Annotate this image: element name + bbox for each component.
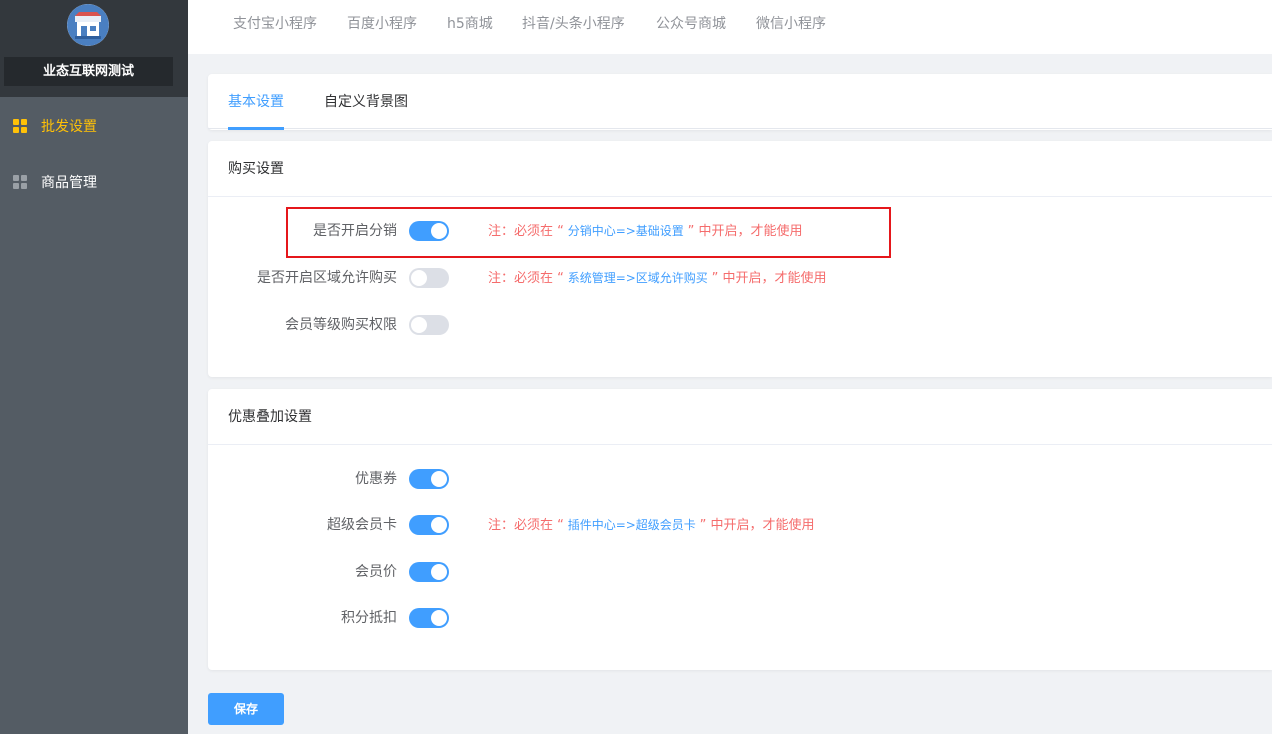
field-note: 注：必须在 “ 插件中心=>超级会员卡 ” 中开启，才能使用 <box>488 510 815 541</box>
tabs-divider <box>208 128 1272 129</box>
tab-custom-background[interactable]: 自定义背景图 <box>324 74 408 130</box>
points-deduction-toggle[interactable] <box>409 608 449 628</box>
platform-tab-bar: 支付宝小程序 百度小程序 h5商城 抖音/头条小程序 公众号商城 微信小程序 <box>188 0 1272 54</box>
form-row-points-deduction: 积分抵扣 <box>208 603 1272 633</box>
toggle-knob <box>411 270 427 286</box>
tab-wechat-miniprogram[interactable]: 微信小程序 <box>756 0 826 48</box>
form-row-super-member-card: 超级会员卡 注：必须在 “ 插件中心=>超级会员卡 ” 中开启，才能使用 <box>208 510 1272 540</box>
note-path: 系统管理=>区域允许购买 <box>563 271 712 285</box>
field-label: 积分抵扣 <box>341 610 397 626</box>
region-purchase-toggle[interactable] <box>409 268 449 288</box>
note-prefix: 注：必须在 “ <box>488 518 564 533</box>
sidebar-item-label: 批发设置 <box>41 119 97 135</box>
toggle-knob <box>411 317 427 333</box>
field-note: 注：必须在 “ 系统管理=>区域允许购买 ” 中开启，才能使用 <box>488 263 827 294</box>
tab-douyin-miniprogram[interactable]: 抖音/头条小程序 <box>522 0 625 48</box>
super-member-card-toggle[interactable] <box>409 515 449 535</box>
active-tab-indicator <box>228 127 284 130</box>
form-row-coupon: 优惠券 <box>208 464 1272 494</box>
coupon-toggle[interactable] <box>409 469 449 489</box>
note-suffix: ” 中开启，才能使用 <box>699 518 815 533</box>
toggle-knob <box>431 610 447 626</box>
field-label: 会员价 <box>355 564 397 580</box>
field-label: 会员等级购买权限 <box>285 317 397 333</box>
sidebar-item-wholesale-settings[interactable]: 批发设置 <box>0 98 188 154</box>
brand-name: 业态互联网测试 <box>4 57 173 86</box>
card-title: 优惠叠加设置 <box>208 389 1272 445</box>
highlight-annotation-box <box>286 207 891 258</box>
member-price-toggle[interactable] <box>409 562 449 582</box>
shop-icon <box>67 4 109 46</box>
toggle-knob <box>431 471 447 487</box>
note-prefix: 注：必须在 “ <box>488 271 564 286</box>
form-row-member-price: 会员价 <box>208 557 1272 587</box>
member-level-toggle[interactable] <box>409 315 449 335</box>
tab-alipay-miniprogram[interactable]: 支付宝小程序 <box>233 0 317 48</box>
grid-icon <box>12 118 28 134</box>
note-suffix: ” 中开启，才能使用 <box>711 271 827 286</box>
sidebar-item-product-management[interactable]: 商品管理 <box>0 154 188 210</box>
sidebar: 业态互联网测试 批发设置 商品管理 <box>0 0 188 734</box>
form-row-member-level: 会员等级购买权限 <box>208 310 1272 340</box>
brand-area: 业态互联网测试 <box>0 0 188 97</box>
note-path: 插件中心=>超级会员卡 <box>563 518 700 532</box>
purchase-settings-card: 购买设置 是否开启分销 注：必须在 “ 分销中心=>基础设置 ” 中开启，才能使… <box>208 141 1272 377</box>
tab-h5-store[interactable]: h5商城 <box>447 0 493 48</box>
tab-official-account-store[interactable]: 公众号商城 <box>656 0 726 48</box>
field-label: 超级会员卡 <box>327 517 397 533</box>
settings-tabs: 基本设置 自定义背景图 <box>208 74 1272 130</box>
card-title: 购买设置 <box>208 141 1272 197</box>
field-label: 优惠券 <box>355 471 397 487</box>
save-button[interactable]: 保存 <box>208 693 284 725</box>
toggle-knob <box>431 517 447 533</box>
discount-settings-card: 优惠叠加设置 优惠券 超级会员卡 注：必须在 “ 插件中心=>超级会员卡 ” 中… <box>208 389 1272 670</box>
tab-basic-settings[interactable]: 基本设置 <box>228 74 284 130</box>
tab-baidu-miniprogram[interactable]: 百度小程序 <box>347 0 417 48</box>
form-row-region-purchase: 是否开启区域允许购买 注：必须在 “ 系统管理=>区域允许购买 ” 中开启，才能… <box>208 263 1272 293</box>
sidebar-item-label: 商品管理 <box>41 175 97 191</box>
toggle-knob <box>431 564 447 580</box>
grid-icon <box>12 174 28 190</box>
field-label: 是否开启区域允许购买 <box>257 270 397 286</box>
